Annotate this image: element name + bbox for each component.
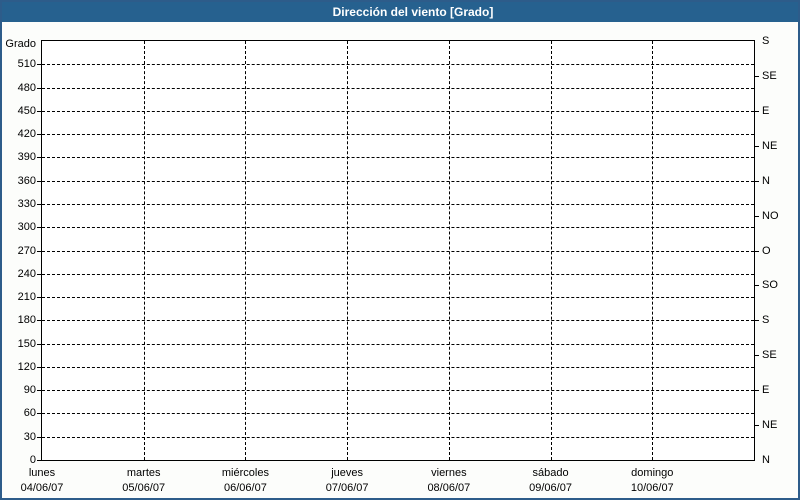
- compass-tick-label: NE: [762, 418, 777, 432]
- y-tick-label: 150: [2, 337, 36, 351]
- compass-tick-mark: [755, 146, 759, 147]
- compass-tick-mark: [755, 76, 759, 77]
- y-tick-mark: [37, 274, 41, 275]
- y-tick-label: 450: [2, 104, 36, 118]
- h-gridline: [42, 367, 754, 368]
- compass-tick-mark: [755, 390, 759, 391]
- y-tick-mark: [37, 344, 41, 345]
- y-tick-label: 240: [2, 267, 36, 281]
- v-gridline: [347, 41, 348, 460]
- h-gridline: [42, 413, 754, 414]
- compass-tick-label: SE: [762, 69, 777, 83]
- y-tick-label: 300: [2, 220, 36, 234]
- h-gridline: [42, 157, 754, 158]
- y-tick-mark: [37, 64, 41, 65]
- h-gridline: [42, 181, 754, 182]
- h-gridline: [42, 274, 754, 275]
- compass-tick-label: S: [762, 34, 769, 48]
- chart-title: Dirección del viento [Grado]: [333, 5, 494, 19]
- h-gridline: [42, 320, 754, 321]
- y-tick-label: 0: [2, 453, 36, 467]
- compass-tick-mark: [755, 216, 759, 217]
- plot-area: [41, 40, 755, 461]
- y-tick-mark: [37, 320, 41, 321]
- h-gridline: [42, 344, 754, 345]
- compass-tick-mark: [755, 355, 759, 356]
- compass-tick-mark: [755, 181, 759, 182]
- y-tick-mark: [37, 437, 41, 438]
- y-tick-label: 30: [2, 430, 36, 444]
- h-gridline: [42, 251, 754, 252]
- compass-tick-mark: [755, 425, 759, 426]
- v-gridline: [245, 41, 246, 460]
- h-gridline: [42, 297, 754, 298]
- v-gridline: [449, 41, 450, 460]
- y-tick-label: 270: [2, 244, 36, 258]
- v-gridline: [652, 41, 653, 460]
- compass-tick-mark: [755, 285, 759, 286]
- y-tick-label: 90: [2, 383, 36, 397]
- y-tick-label: 180: [2, 313, 36, 327]
- y-tick-mark: [37, 88, 41, 89]
- y-tick-label: 120: [2, 360, 36, 374]
- compass-tick-label: NO: [762, 209, 779, 223]
- chart-window: Dirección del viento [Grado] Grado 0 30 60…: [0, 0, 800, 500]
- compass-tick-label: SO: [762, 278, 778, 292]
- y-tick-mark: [37, 134, 41, 135]
- v-gridline: [144, 41, 145, 460]
- x-day-label: domingo: [592, 466, 712, 480]
- h-gridline: [42, 64, 754, 65]
- compass-tick-label: N: [762, 174, 770, 188]
- compass-tick-label: E: [762, 104, 769, 118]
- title-bar: Dirección del viento [Grado]: [2, 2, 798, 22]
- h-gridline: [42, 227, 754, 228]
- y-tick-mark: [37, 204, 41, 205]
- y-tick-mark: [37, 297, 41, 298]
- y-tick-mark: [37, 413, 41, 414]
- y-tick-label: 330: [2, 197, 36, 211]
- compass-tick-label: E: [762, 383, 769, 397]
- y-tick-mark: [37, 390, 41, 391]
- h-gridline: [42, 204, 754, 205]
- y-tick-label: 390: [2, 150, 36, 164]
- y-tick-label: 480: [2, 81, 36, 95]
- h-gridline: [42, 390, 754, 391]
- compass-tick-label: NE: [762, 139, 777, 153]
- h-gridline: [42, 437, 754, 438]
- y-tick-mark: [37, 251, 41, 252]
- compass-tick-label: O: [762, 244, 771, 258]
- compass-tick-label: N: [762, 453, 770, 467]
- y-tick-mark: [37, 157, 41, 158]
- y-tick-label: 210: [2, 290, 36, 304]
- compass-tick-label: S: [762, 313, 769, 327]
- h-gridline: [42, 134, 754, 135]
- x-date-label: 10/06/07: [592, 481, 712, 495]
- y-axis-label: Grado: [2, 37, 36, 51]
- y-tick-label: 420: [2, 127, 36, 141]
- h-gridline: [42, 88, 754, 89]
- y-tick-mark: [37, 111, 41, 112]
- y-tick-mark: [37, 460, 41, 461]
- y-tick-mark: [37, 367, 41, 368]
- y-tick-mark: [37, 181, 41, 182]
- y-tick-label: 510: [2, 57, 36, 71]
- y-tick-label: 60: [2, 406, 36, 420]
- compass-tick-mark: [755, 251, 759, 252]
- compass-tick-mark: [755, 111, 759, 112]
- compass-tick-mark: [755, 320, 759, 321]
- v-gridline: [551, 41, 552, 460]
- y-tick-mark: [37, 227, 41, 228]
- y-tick-label: 360: [2, 174, 36, 188]
- h-gridline: [42, 111, 754, 112]
- compass-tick-label: SE: [762, 348, 777, 362]
